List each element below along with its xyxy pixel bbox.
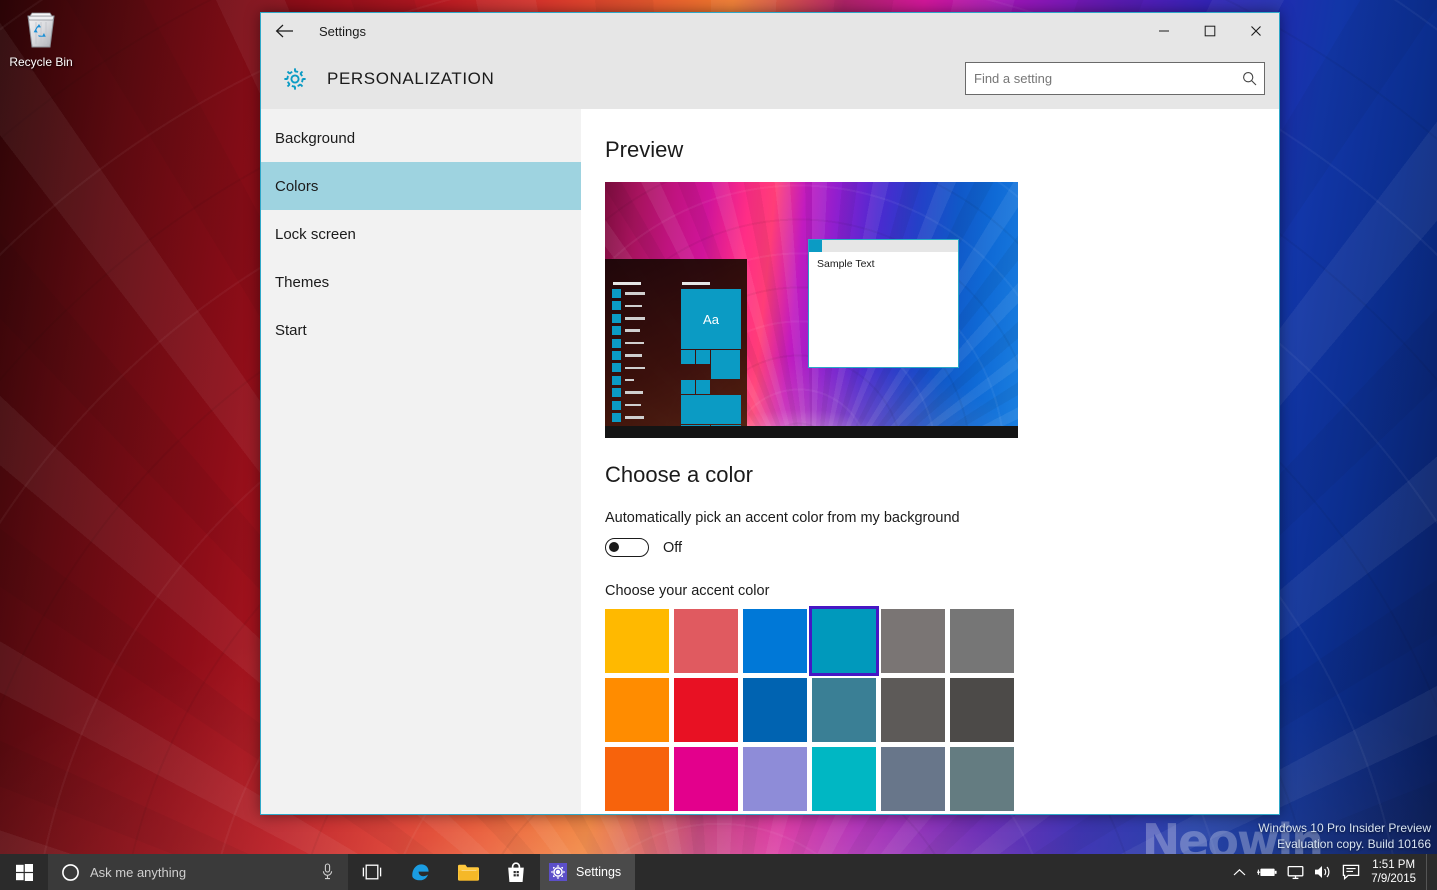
accent-swatch[interactable] [812, 678, 876, 742]
sidebar-item-label: Lock screen [275, 225, 356, 243]
accent-swatch[interactable] [881, 747, 945, 811]
accent-swatch[interactable] [743, 678, 807, 742]
back-button[interactable] [261, 13, 307, 49]
sidebar-item-label: Start [275, 321, 307, 339]
start-button[interactable] [0, 854, 48, 890]
accent-swatch[interactable] [674, 678, 738, 742]
accent-swatch[interactable] [950, 747, 1014, 811]
recycle-bin-icon [19, 6, 63, 52]
taskbar-item-settings[interactable]: Settings [540, 854, 636, 890]
preview-app-list [612, 289, 648, 425]
system-tray: 1:51 PM 7/9/2015 [1225, 854, 1437, 890]
settings-window[interactable]: Settings PERSONALIZATION Find a setting … [260, 12, 1280, 815]
accent-swatch[interactable] [674, 609, 738, 673]
settings-sidebar: Background Colors Lock screen Themes Sta… [261, 109, 581, 814]
preview-start-menu: Aa [605, 259, 747, 426]
accent-swatch-selected[interactable] [809, 606, 879, 676]
clock-date: 7/9/2015 [1371, 873, 1416, 885]
accent-swatch[interactable] [605, 609, 669, 673]
close-button[interactable] [1233, 13, 1279, 49]
preview-window-accent [809, 240, 822, 252]
accent-swatch[interactable] [950, 678, 1014, 742]
watermark-line-2: Evaluation copy. Build 10166 [1277, 837, 1431, 851]
desktop-icon-label: Recycle Bin [9, 55, 73, 69]
cortana-circle-icon [56, 863, 84, 882]
toggle-knob [609, 542, 619, 552]
edge-button[interactable] [396, 854, 444, 890]
preview-sample-window: Sample Text [808, 239, 959, 368]
window-titlebar[interactable]: Settings [261, 13, 1279, 49]
preview-tile-grid: Aa [681, 289, 741, 426]
preview-window-titlebar [809, 240, 958, 252]
accent-swatch[interactable] [743, 747, 807, 811]
page-title: PERSONALIZATION [327, 69, 495, 88]
accent-swatch[interactable] [812, 747, 876, 811]
settings-taskbar-icon [549, 863, 567, 881]
taskbar-item-label: Settings [576, 865, 622, 879]
accent-swatch[interactable] [605, 678, 669, 742]
accent-swatch[interactable] [605, 747, 669, 811]
task-view-button[interactable] [348, 854, 396, 890]
microphone-icon[interactable] [321, 863, 334, 885]
notification-icon[interactable] [1337, 854, 1365, 890]
settings-body: Background Colors Lock screen Themes Sta… [261, 109, 1279, 814]
taskbar: Ask me anything Settings 1:51 PM 7/9/201… [0, 854, 1437, 890]
window-controls [1141, 13, 1279, 49]
minimize-button[interactable] [1141, 13, 1187, 49]
network-monitor-icon[interactable] [1281, 854, 1309, 890]
desktop-wallpaper[interactable]: Recycle Bin Neowin Windows 10 Pro Inside… [0, 0, 1437, 890]
sidebar-item-background[interactable]: Background [261, 114, 581, 162]
cortana-placeholder: Ask me anything [90, 864, 187, 880]
accent-picker-label: Choose your accent color [605, 583, 770, 599]
watermark-line-1: Windows 10 Pro Insider Preview [1258, 821, 1431, 835]
settings-content: Preview Aa Sample Text Choose a color Au… [581, 109, 1279, 814]
accent-swatch[interactable] [881, 609, 945, 673]
accent-swatch[interactable] [743, 609, 807, 673]
auto-accent-toggle-row: Off [605, 538, 1279, 557]
accent-swatch[interactable] [950, 609, 1014, 673]
preview-tiles-header [682, 282, 710, 285]
preview-tile-aa: Aa [681, 289, 741, 349]
search-icon[interactable] [1234, 63, 1264, 94]
accent-color-grid [605, 606, 1024, 814]
preview-applist-header [613, 282, 641, 285]
sidebar-item-lock-screen[interactable]: Lock screen [261, 210, 581, 258]
sidebar-item-label: Background [275, 129, 356, 147]
clock[interactable]: 1:51 PM 7/9/2015 [1365, 858, 1426, 886]
chevron-up-icon[interactable] [1225, 854, 1253, 890]
show-desktop-button[interactable] [1426, 854, 1433, 890]
gear-icon [277, 66, 313, 92]
search-box[interactable] [965, 62, 1265, 95]
cortana-search-box[interactable]: Ask me anything [48, 854, 348, 890]
preview-heading: Preview [605, 137, 684, 162]
file-explorer-button[interactable] [444, 854, 492, 890]
maximize-button[interactable] [1187, 13, 1233, 49]
speaker-icon[interactable] [1309, 854, 1337, 890]
clock-time: 1:51 PM [1372, 859, 1416, 871]
auto-accent-label: Automatically pick an accent color from … [605, 510, 960, 526]
preview-tile-label: Aa [703, 311, 719, 327]
theme-preview: Aa Sample Text [605, 182, 1018, 438]
desktop-icon-recycle-bin[interactable]: Recycle Bin [5, 6, 77, 69]
window-title: Settings [319, 23, 366, 39]
choose-color-heading: Choose a color [605, 462, 753, 487]
battery-icon[interactable] [1253, 854, 1281, 890]
accent-swatch[interactable] [881, 678, 945, 742]
auto-accent-toggle[interactable] [605, 538, 649, 557]
sidebar-item-start[interactable]: Start [261, 306, 581, 354]
sidebar-item-label: Colors [275, 177, 319, 195]
preview-sample-text: Sample Text [817, 258, 875, 270]
settings-header: PERSONALIZATION [261, 49, 1279, 109]
store-button[interactable] [492, 854, 540, 890]
search-input[interactable] [966, 63, 1234, 94]
sidebar-item-label: Themes [275, 273, 330, 291]
sidebar-item-themes[interactable]: Themes [261, 258, 581, 306]
toggle-state-label: Off [663, 539, 683, 556]
accent-swatch[interactable] [674, 747, 738, 811]
windows-build-watermark: Windows 10 Pro Insider Preview Evaluatio… [1258, 820, 1431, 852]
sidebar-item-colors[interactable]: Colors [261, 162, 581, 210]
preview-taskbar [605, 426, 1018, 438]
